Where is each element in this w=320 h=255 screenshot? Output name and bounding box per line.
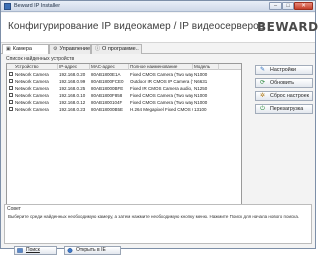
open-in-ie-label: Открыть в IE bbox=[76, 247, 106, 253]
search-button[interactable]: Поиск bbox=[14, 246, 57, 255]
model-cell: N6631 bbox=[194, 79, 208, 84]
open-in-ie-button[interactable]: Открыть в IE bbox=[64, 246, 121, 255]
settings-button[interactable]: ✎ Настройки bbox=[255, 65, 313, 75]
tab-bar: ▣ Камера ⚙ Управление ⓘ О программе.. bbox=[1, 43, 315, 54]
device-cell: Network Camera bbox=[15, 100, 49, 105]
device-cell: Network Camera bbox=[15, 93, 49, 98]
tab-camera-label: Камера bbox=[12, 46, 32, 52]
name-cell: Outdoor IR CMOS IP Camera (Two ... bbox=[130, 79, 193, 84]
table-row[interactable]: Network Camera 192.168.0.20 80AB1800E1A … bbox=[7, 71, 241, 78]
name-cell: Fixed CMOS Camera (Two way aud... bbox=[130, 100, 193, 105]
model-cell: N1000 bbox=[194, 100, 208, 105]
device-cell: Network Camera bbox=[15, 86, 49, 91]
tab-management[interactable]: ⚙ Управление bbox=[49, 44, 91, 54]
reboot-button[interactable]: ⏻ Перезагрузка bbox=[255, 104, 313, 114]
ip-cell: 192.168.0.25 bbox=[59, 86, 86, 91]
ip-cell: 192.168.0.10 bbox=[59, 93, 86, 98]
refresh-button[interactable]: ⟳ Обновить bbox=[255, 78, 313, 88]
close-button[interactable]: ✕ bbox=[294, 2, 313, 10]
model-cell: N1250 bbox=[194, 86, 208, 91]
model-cell: N1000 bbox=[194, 72, 208, 77]
mac-cell: 80AB18000BFE bbox=[91, 86, 124, 91]
table-row[interactable]: Network Camera 192.168.0.10 80AB1800F858… bbox=[7, 92, 241, 99]
title-bar: Beward IP Installer – □ ✕ bbox=[1, 1, 315, 12]
minimize-button[interactable]: – bbox=[269, 2, 282, 10]
name-cell: Fixed IR CMOS Camera audio, wirel... bbox=[130, 86, 193, 91]
gear-icon: ⚙ bbox=[53, 46, 58, 52]
device-cell: Network Camera bbox=[15, 79, 49, 84]
row-checkbox[interactable] bbox=[9, 100, 13, 104]
hint-box: Совет Выберите среди найденных необходим… bbox=[4, 204, 312, 244]
ip-cell: 192.168.0.12 bbox=[59, 100, 86, 105]
reset-settings-button[interactable]: ✲ Сброс настроек bbox=[255, 91, 313, 101]
column-header-model[interactable]: Модель bbox=[193, 64, 219, 70]
tab-about[interactable]: ⓘ О программе.. bbox=[91, 44, 142, 54]
reset-settings-label: Сброс настроек bbox=[270, 93, 309, 99]
info-icon: ⓘ bbox=[95, 46, 101, 52]
name-cell: Fixed CMOS Camera (Two way aud... bbox=[130, 93, 193, 98]
device-cell: Network Camera bbox=[15, 72, 49, 77]
window-title: Beward IP Installer bbox=[14, 3, 61, 9]
mac-cell: 80AB1800F858 bbox=[91, 93, 123, 98]
ip-cell: 192.168.0.20 bbox=[59, 72, 86, 77]
model-cell: 13100 bbox=[194, 107, 207, 112]
table-row[interactable]: Network Camera 192.168.0.12 80AB1800104F… bbox=[7, 99, 241, 106]
refresh-icon: ⟳ bbox=[259, 80, 266, 86]
hint-title: Совет bbox=[7, 206, 21, 212]
app-icon bbox=[4, 3, 11, 10]
mac-cell: 80AB1800104F bbox=[91, 100, 123, 105]
camera-icon: ▣ bbox=[6, 46, 11, 52]
column-header-mac[interactable]: MAC-адрес bbox=[90, 64, 129, 70]
mac-cell: 80AB1800FCE0 bbox=[91, 79, 124, 84]
row-checkbox[interactable] bbox=[9, 86, 13, 90]
refresh-button-label: Обновить bbox=[270, 80, 294, 86]
search-button-label: Поиск bbox=[26, 247, 40, 253]
row-checkbox[interactable] bbox=[9, 72, 13, 76]
tab-about-label: О программе.. bbox=[102, 46, 139, 52]
table-row[interactable]: Network Camera 192.168.0.23 80AB18000B5E… bbox=[7, 106, 241, 113]
reset-icon: ✲ bbox=[259, 93, 266, 99]
devices-section-label: Список найденных устройств bbox=[6, 56, 75, 62]
model-cell: N1000 bbox=[194, 93, 208, 98]
app-window: Beward IP Installer – □ ✕ Конфигурирован… bbox=[0, 0, 318, 255]
device-cell: Network Camera bbox=[15, 107, 49, 112]
column-header-device[interactable]: Устройство bbox=[14, 64, 58, 70]
reboot-icon: ⏻ bbox=[260, 106, 265, 112]
table-row[interactable]: Network Camera 192.168.0.25 80AB18000BFE… bbox=[7, 85, 241, 92]
row-checkbox[interactable] bbox=[9, 93, 13, 97]
settings-button-label: Настройки bbox=[270, 67, 296, 73]
row-checkbox[interactable] bbox=[9, 107, 13, 111]
settings-icon: ✎ bbox=[259, 67, 266, 73]
name-cell: Fixed CMOS Camera (Two way aud... bbox=[130, 72, 193, 77]
ip-cell: 192.168.0.23 bbox=[59, 107, 86, 112]
column-header-ip[interactable]: IP-адрес bbox=[58, 64, 90, 70]
name-cell: H.264 Megapixel Fixed CMOS Cam... bbox=[130, 107, 193, 112]
page-title: Конфигурирование IP видеокамер / IP виде… bbox=[8, 21, 265, 32]
column-header-name[interactable]: Полное наименование bbox=[129, 64, 193, 70]
maximize-button[interactable]: □ bbox=[282, 2, 294, 10]
tab-management-label: Управление bbox=[59, 46, 91, 52]
reboot-button-label: Перезагрузка bbox=[270, 106, 304, 112]
mac-cell: 80AB18000B5E bbox=[91, 107, 124, 112]
ip-cell: 192.168.0.99 bbox=[59, 79, 86, 84]
tab-camera[interactable]: ▣ Камера bbox=[2, 44, 49, 54]
table-header: Устройство IP-адрес MAC-адрес Полное наи… bbox=[7, 64, 241, 70]
hint-text: Выберите среди найденных необходимую кам… bbox=[8, 214, 300, 219]
row-checkbox[interactable] bbox=[9, 79, 13, 83]
beward-logo: BEWARD bbox=[257, 20, 319, 34]
table-row[interactable]: Network Camera 192.168.0.99 80AB1800FCE0… bbox=[7, 78, 241, 85]
app-header: Конфигурирование IP видеокамер / IP виде… bbox=[1, 13, 318, 43]
mac-cell: 80AB1800E1A bbox=[91, 72, 121, 77]
